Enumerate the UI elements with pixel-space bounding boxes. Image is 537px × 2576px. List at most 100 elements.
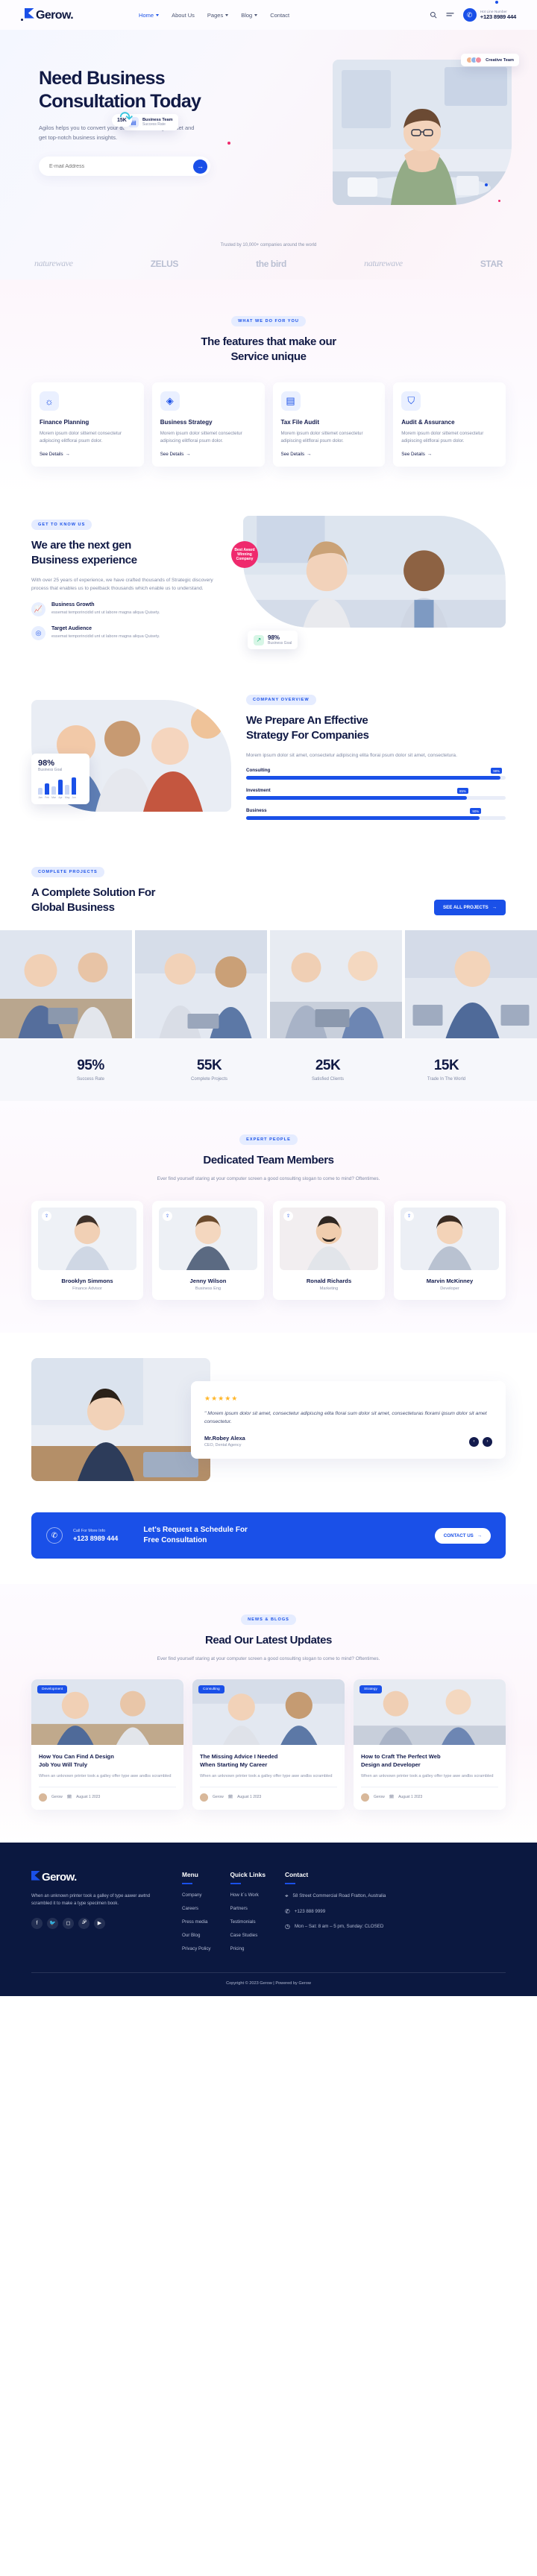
skill-value: 85% (457, 788, 468, 794)
blog-post-card[interactable]: Consulting The Missing Advice I Needed W… (192, 1679, 345, 1810)
nav-item-about-us[interactable]: About Us (172, 12, 195, 19)
arrow-right-icon: → (307, 452, 312, 457)
hotline[interactable]: ✆ Hot Line Number +123 8989 444 (462, 1, 516, 22)
skill-fill: 85% (246, 788, 468, 800)
search-icon[interactable] (429, 10, 438, 19)
lightbulb-gear-icon: ☼ (40, 391, 59, 411)
instagram-icon[interactable]: ◻ (63, 1917, 74, 1929)
post-date: August 1 2023 (237, 1795, 262, 1800)
arrow-right-icon: → (427, 452, 433, 457)
project-image[interactable] (270, 930, 402, 1038)
footer-phone-text: +123 888 9999 (294, 1908, 326, 1914)
pinterest-icon[interactable]: 𝒫 (78, 1917, 90, 1929)
site-header: Gerow. Home About Us Pages Blog Contact … (0, 0, 537, 30)
email-input[interactable] (49, 163, 193, 169)
share-icon[interactable]: ⇪ (163, 1211, 172, 1221)
avatar-group (466, 57, 483, 63)
nav-item-blog[interactable]: Blog (241, 11, 258, 19)
see-details-link[interactable]: See Details → (281, 452, 377, 457)
footer-menu-title: Menu (182, 1870, 198, 1878)
facebook-icon[interactable]: f (31, 1917, 43, 1929)
skill-bar: Consulting 98% (246, 768, 506, 780)
client-logo-naturewave: naturewave (34, 258, 73, 268)
team-member-card[interactable]: ⇪ Marvin McKinney Developer (394, 1201, 506, 1300)
projects-section: COMPLETE PROJECTS A Complete Solution Fo… (0, 842, 537, 1038)
hamburger-icon[interactable] (446, 10, 455, 19)
feature-card[interactable]: ⛉ Audit & Assurance Morem ipsum dolor si… (393, 382, 506, 467)
see-all-projects-button[interactable]: SEE ALL PROJECTS → (433, 900, 506, 915)
see-details-label: See Details (40, 452, 63, 457)
decorative-dot (498, 200, 500, 202)
about-point-title: Target Audience (51, 626, 92, 631)
project-image[interactable] (405, 930, 537, 1038)
strategy-title-line1: We Prepare An Effective (246, 714, 368, 727)
blog-posts: Development How You Can Find A Design Jo… (0, 1679, 537, 1810)
team-section: EXPERT PEOPLE Dedicated Team Members Eve… (0, 1101, 537, 1333)
feature-card[interactable]: ◈ Business Strategy Morem ipsum dolor si… (151, 382, 265, 467)
nav-label: Blog (241, 11, 253, 19)
footer-hours-text: Mon – Sat: 8 am – 5 pm, Sunday: CLOSED (294, 1924, 384, 1929)
strategy-paragraph: Morem ipsum dolor sit amet, consectetur … (246, 753, 457, 758)
client-logos: naturewave ZELUS the bird naturewave STA… (0, 247, 537, 269)
footer-link-company[interactable]: Company (182, 1892, 211, 1898)
contact-us-button[interactable]: CONTACT US → (434, 1527, 491, 1544)
stat-label: Success Rate (76, 1077, 105, 1082)
see-details-link[interactable]: See Details → (160, 452, 257, 457)
footer-link-privacy-policy[interactable]: Privacy Policy (182, 1946, 211, 1951)
footer-link-press-media[interactable]: Press media (182, 1919, 211, 1925)
member-photo (401, 1208, 499, 1270)
bar-label: Jun (72, 795, 76, 799)
footer-link-our-blog[interactable]: Our Blog (182, 1933, 211, 1938)
feature-card[interactable]: ▤ Tax File Audit Morem ipsum dolor sitte… (272, 382, 386, 467)
team-members: ⇪ Brooklyn Simmons Finance Advisor ⇪ Jen… (0, 1201, 537, 1300)
nav-item-contact[interactable]: Contact (270, 12, 289, 19)
see-details-label: See Details (401, 452, 425, 457)
footer-link-partners[interactable]: Partners (230, 1906, 266, 1911)
chevron-left-icon[interactable]: ‹ (469, 1436, 479, 1447)
contact-us-label: CONTACT US (443, 1532, 474, 1538)
mini-bar-chart (38, 777, 83, 795)
stat-label: Complete Projects (190, 1077, 228, 1082)
blog-post-card[interactable]: Strategy How to Craft The Perfect Web De… (354, 1679, 506, 1810)
footer-link-pricing[interactable]: Pricing (230, 1946, 266, 1951)
team-member-card[interactable]: ⇪ Brooklyn Simmons Finance Advisor (31, 1201, 143, 1300)
footer-link-testimonials[interactable]: Testimonials (230, 1919, 266, 1925)
arrow-right-icon: → (492, 905, 497, 910)
feature-title: Business Strategy (160, 419, 213, 426)
nav-item-home[interactable]: Home (139, 12, 160, 19)
skill-track: 98% (246, 768, 506, 780)
footer-phone[interactable]: ✆ +123 888 9999 (285, 1908, 386, 1915)
footer-link-careers[interactable]: Careers (182, 1906, 211, 1911)
project-image[interactable] (0, 930, 132, 1038)
post-tag: Development (37, 1685, 68, 1693)
submit-arrow-right-icon[interactable]: → (193, 159, 207, 174)
see-details-link[interactable]: See Details → (401, 452, 497, 457)
twitter-icon[interactable]: 🐦 (47, 1917, 58, 1929)
logo[interactable]: Gerow. (21, 7, 74, 22)
bar-label: May (65, 795, 70, 799)
see-details-link[interactable]: See Details → (40, 452, 136, 457)
team-member-card[interactable]: ⇪ Ronald Richards Marketing (273, 1201, 385, 1300)
youtube-icon[interactable]: ▶ (94, 1917, 105, 1929)
project-image[interactable] (135, 930, 267, 1038)
chevron-right-icon[interactable]: › (483, 1436, 492, 1447)
team-member-card[interactable]: ⇪ Jenny Wilson Business Eng (152, 1201, 264, 1300)
feature-text: Morem ipsum dolor sittemet consectetur a… (401, 431, 484, 443)
footer-link-case-studies[interactable]: Case Studies (230, 1933, 266, 1938)
hotline-number: +123 8989 444 (480, 13, 516, 20)
blog-post-card[interactable]: Development How You Can Find A Design Jo… (31, 1679, 183, 1810)
footer-menu-column: Menu Company Careers Press media Our Blo… (182, 1871, 211, 1951)
nav-item-pages[interactable]: Pages (207, 12, 229, 19)
footer-logo[interactable]: Gerow. (31, 1870, 163, 1884)
bar-labels: Jan Feb Mar Apr May Jun (38, 796, 83, 799)
bar-label: Apr (58, 795, 63, 799)
share-icon[interactable]: ⇪ (42, 1211, 51, 1221)
share-icon[interactable]: ⇪ (404, 1211, 414, 1221)
features-eyebrow: WHAT WE DO FOR YOU (231, 316, 306, 326)
cta-small-label: Call For More Info (73, 1529, 106, 1533)
footer-address-text: 58 Street Commercial Road Fratton, Austr… (292, 1892, 386, 1898)
post-author: Gerow (213, 1795, 224, 1800)
feature-card[interactable]: ☼ Finance Planning Morem ipsum dolor sit… (31, 382, 144, 467)
footer-link-how-it-works[interactable]: How it´s Work (230, 1892, 266, 1898)
share-icon[interactable]: ⇪ (283, 1211, 293, 1221)
